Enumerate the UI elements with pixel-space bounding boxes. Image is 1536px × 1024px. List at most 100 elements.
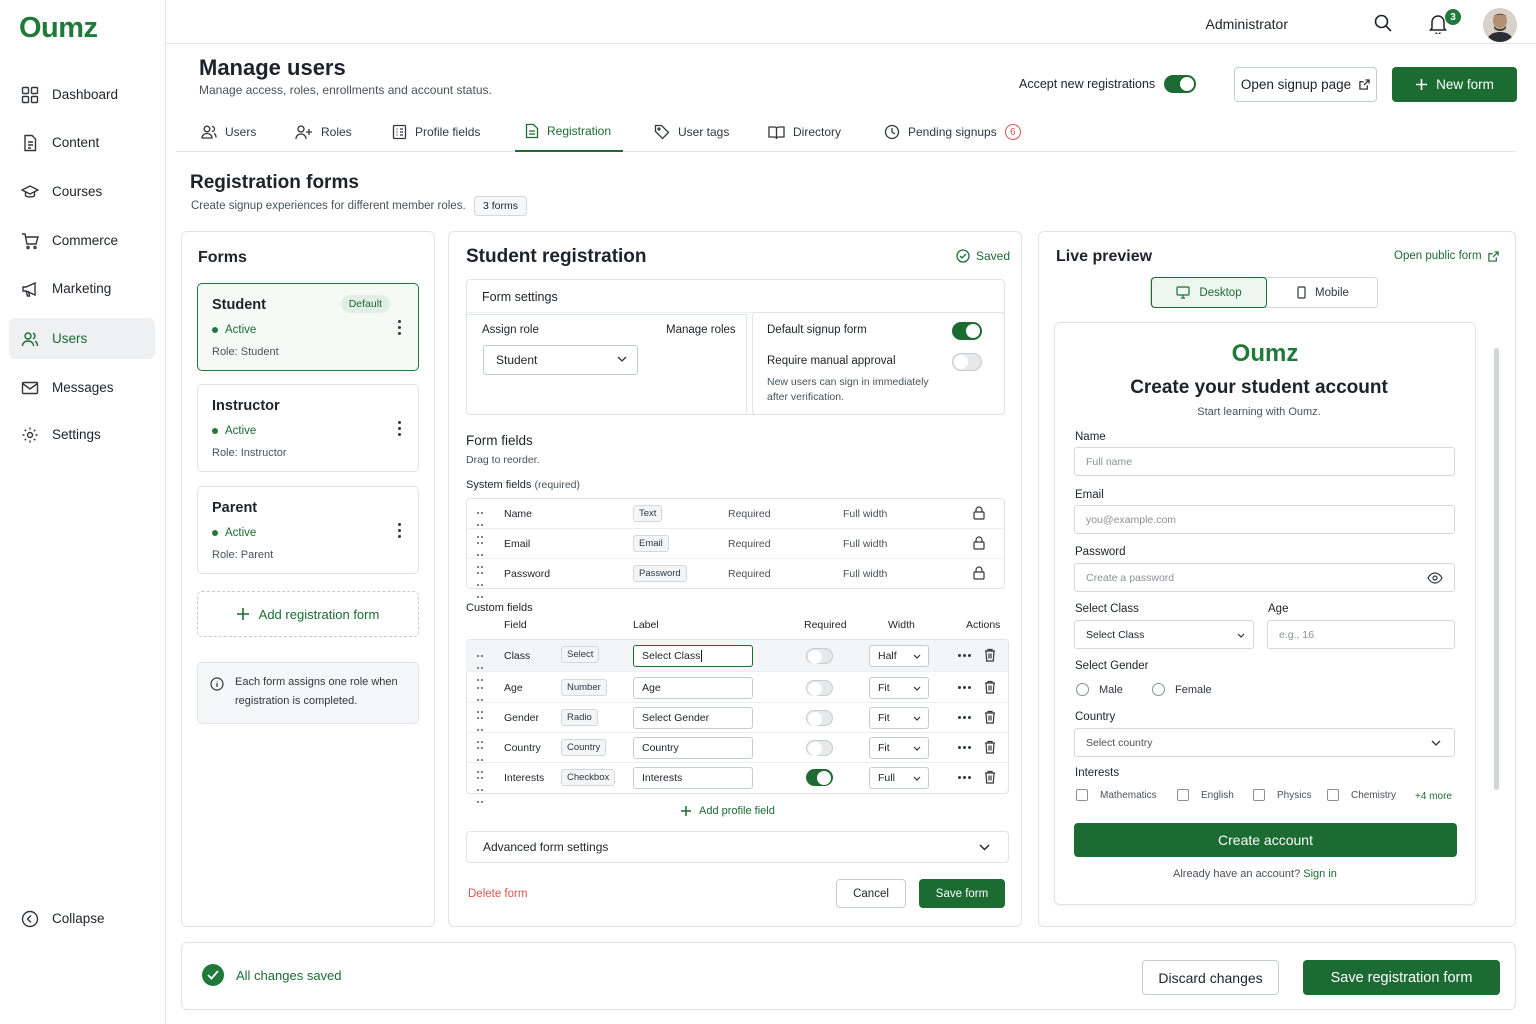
preview-signin-link[interactable]: Sign in [1303,868,1337,880]
chevron-down-icon [913,654,921,659]
tab-registration[interactable]: Registration [515,112,623,152]
field-width-select[interactable]: Fit [869,677,929,699]
table-row[interactable]: Country Country Country Fit [466,733,1008,773]
tab-pending-signups[interactable]: Pending signups 6 [884,112,1021,152]
field-label-input[interactable]: Country [633,737,753,759]
user-menu-label[interactable]: Administrator [1206,16,1288,32]
more-actions-icon[interactable] [958,716,971,719]
sidebar-item-users[interactable]: Users [9,318,155,359]
field-required-toggle[interactable] [806,648,833,664]
preview-class-select[interactable]: Select Class [1074,620,1254,649]
new-form-label: New form [1436,77,1494,92]
drag-handle-icon[interactable] [476,771,484,807]
field-label-input[interactable]: Age [633,677,753,699]
field-width-select[interactable]: Full [869,767,929,789]
trash-icon[interactable] [984,680,996,694]
accept-registrations-toggle[interactable] [1164,75,1196,93]
tab-profile-fields[interactable]: Profile fields [392,112,480,152]
trash-icon[interactable] [984,740,996,754]
open-public-form-link[interactable]: Open public form [1394,250,1499,262]
manage-roles-link[interactable]: Manage roles [666,324,736,336]
field-width-select[interactable]: Half [869,645,929,667]
sidebar-item-settings[interactable]: Settings [9,414,155,455]
cancel-button[interactable]: Cancel [836,879,906,908]
field-required-toggle[interactable] [806,680,833,696]
open-signup-page-button[interactable]: Open signup page [1234,67,1377,102]
preview-interests-more-link[interactable]: +4 more [1415,791,1452,802]
sidebar-item-commerce[interactable]: Commerce [9,220,155,261]
tab-directory[interactable]: Directory [768,112,841,152]
search-icon[interactable] [1374,14,1392,32]
form-card-instructor[interactable]: Instructor Active Role: Instructor [197,384,419,472]
preview-password-input[interactable]: Create a password [1074,563,1455,592]
chevron-left-circle-icon [21,910,39,927]
table-row[interactable]: Age Number Age Fit [466,673,1008,713]
sidebar-item-marketing[interactable]: Marketing [9,268,155,309]
clock-icon [884,124,900,140]
save-registration-form-button[interactable]: Save registration form [1303,960,1500,995]
advanced-settings-accordion[interactable]: Advanced form settings [466,831,1009,863]
collapse-button[interactable]: Collapse [9,898,155,939]
discard-changes-button[interactable]: Discard changes [1142,960,1279,995]
field-required-toggle[interactable] [806,769,833,786]
manual-approval-label: Require manual approval [767,355,896,367]
more-options-icon[interactable] [398,523,402,538]
preview-name-input[interactable]: Full name [1074,447,1455,476]
more-options-icon[interactable] [398,421,402,436]
field-required-toggle[interactable] [806,740,833,756]
more-actions-icon[interactable] [958,654,971,657]
preview-interest-physics[interactable]: Physics [1253,789,1311,801]
preview-country-select[interactable]: Select country [1074,728,1455,757]
table-row[interactable]: Class Select Select Class Half [466,640,1008,681]
app-logo[interactable]: Oumz [19,12,98,45]
sidebar-item-messages[interactable]: Messages [9,367,155,408]
field-label-input[interactable]: Select Gender [633,707,753,729]
add-profile-field-button[interactable]: Add profile field [681,805,775,817]
new-form-button[interactable]: New form [1392,67,1517,102]
preview-email-input[interactable]: you@example.com [1074,505,1455,534]
save-form-button[interactable]: Save form [919,879,1005,908]
preview-interest-mathematics[interactable]: Mathematics [1076,789,1157,801]
table-row[interactable]: Gender Radio Select Gender Fit [466,703,1008,743]
preview-age-input[interactable]: e.g., 16 [1267,620,1455,649]
sidebar-item-dashboard[interactable]: Dashboard [9,74,155,115]
trash-icon[interactable] [984,710,996,724]
more-actions-icon[interactable] [958,746,971,749]
more-actions-icon[interactable] [958,776,971,779]
sidebar-item-courses[interactable]: Courses [9,171,155,212]
add-registration-form-button[interactable]: Add registration form [197,591,419,637]
preview-gender-female[interactable]: Female [1152,683,1212,696]
trash-icon[interactable] [984,770,996,784]
manual-approval-toggle[interactable] [952,353,982,371]
more-actions-icon[interactable] [958,686,971,689]
field-required: Required [728,538,771,550]
create-account-button[interactable]: Create account [1074,823,1457,857]
eye-icon[interactable] [1427,572,1443,584]
tab-user-tags[interactable]: User tags [654,112,729,152]
trash-icon[interactable] [984,648,996,662]
preview-gender-male[interactable]: Male [1076,683,1123,696]
default-signup-toggle[interactable] [952,322,982,340]
field-label-input[interactable]: Interests [633,767,753,789]
field-width-select[interactable]: Fit [869,737,929,759]
preview-interest-chemistry[interactable]: Chemistry [1327,789,1396,801]
form-icon [525,123,539,139]
field-width-select[interactable]: Fit [869,707,929,729]
preview-scrollbar[interactable] [1494,348,1499,790]
more-options-icon[interactable] [398,320,402,335]
avatar[interactable] [1483,8,1517,42]
field-label-input[interactable]: Select Class [633,645,753,667]
tab-users[interactable]: Users [201,112,256,152]
desktop-view-button[interactable]: Desktop [1151,277,1267,308]
tab-roles[interactable]: Roles [295,112,352,152]
form-card-parent[interactable]: Parent Active Role: Parent [197,486,419,574]
sidebar-item-content[interactable]: Content [9,122,155,163]
field-required-toggle[interactable] [806,710,833,726]
delete-form-link[interactable]: Delete form [468,888,527,900]
table-row[interactable]: Interests Checkbox Interests Full [466,763,1008,803]
form-card-student[interactable]: Student Default Active Role: Student [197,283,419,371]
mobile-view-button[interactable]: Mobile [1268,277,1378,308]
drag-handle-icon[interactable] [476,566,484,602]
role-select[interactable]: Student [483,345,638,375]
preview-interest-english[interactable]: English [1177,789,1234,801]
